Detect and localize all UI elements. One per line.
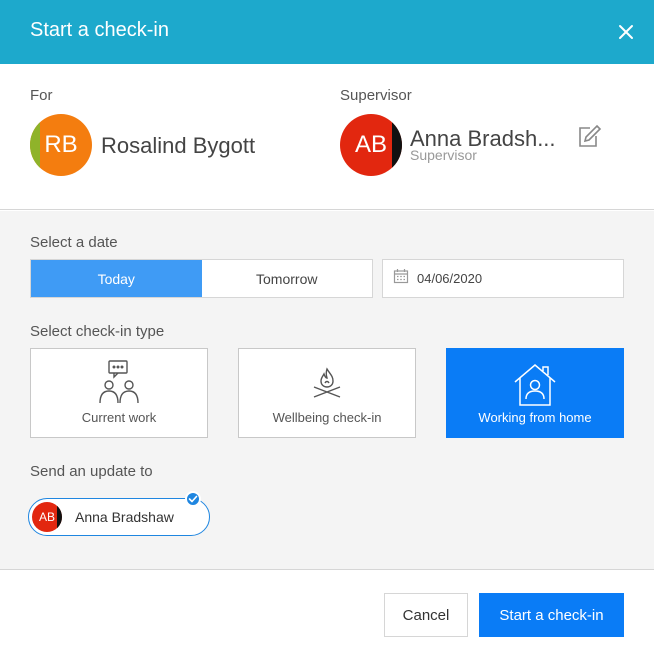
supervisor-label: Supervisor xyxy=(340,87,412,104)
send-update-label: Send an update to xyxy=(30,463,153,480)
checkin-type-label-current-work: Current work xyxy=(81,410,157,425)
chat-people-icon xyxy=(99,360,139,404)
modal-title: Start a check-in xyxy=(30,19,169,41)
checkin-type-wellbeing[interactable]: Wellbeing check-in xyxy=(238,348,416,438)
checkin-type-current-work[interactable]: Current work xyxy=(30,348,208,438)
checkin-type-label: Select check-in type xyxy=(30,323,165,340)
avatar-initials: RB xyxy=(44,131,78,158)
recipient-chip[interactable]: AB Anna Bradshaw xyxy=(28,491,210,536)
check-in-modal: Start a check-in For RB Rosalind Bygott … xyxy=(0,0,654,657)
check-icon xyxy=(185,491,201,507)
date-option-today[interactable]: Today xyxy=(31,260,202,297)
modal-footer: Cancel Start a check-in xyxy=(0,571,654,657)
start-check-in-button[interactable]: Start a check-in xyxy=(479,593,624,637)
checkin-type-label-wellbeing: Wellbeing check-in xyxy=(272,410,382,425)
close-icon[interactable] xyxy=(614,20,638,44)
for-label: For xyxy=(30,87,53,104)
date-label: Select a date xyxy=(30,234,118,251)
cancel-button[interactable]: Cancel xyxy=(384,593,468,637)
supervisor-role: Supervisor xyxy=(410,147,477,163)
date-toggle: Today Tomorrow xyxy=(30,259,373,298)
edit-icon[interactable] xyxy=(576,124,602,150)
avatar-initials: AB xyxy=(38,510,55,524)
check-in-details: Select a date Today Tomorrow 04/06/2020 … xyxy=(0,211,654,570)
calendar-icon xyxy=(393,268,409,289)
modal-header: Start a check-in xyxy=(0,0,654,64)
avatar: AB xyxy=(32,502,62,532)
avatar: AB xyxy=(340,114,402,176)
people-section: For RB Rosalind Bygott Supervisor AB Ann… xyxy=(0,64,654,210)
date-input[interactable]: 04/06/2020 xyxy=(382,259,624,298)
avatar-initials: AB xyxy=(354,131,387,158)
campfire-icon xyxy=(313,367,341,398)
for-person-name: Rosalind Bygott xyxy=(101,133,256,158)
avatar: RB xyxy=(30,114,92,176)
date-value: 04/06/2020 xyxy=(417,271,483,286)
date-option-tomorrow[interactable]: Tomorrow xyxy=(202,260,373,297)
recipient-name: Anna Bradshaw xyxy=(75,509,174,525)
house-person-icon xyxy=(514,364,556,406)
checkin-type-working-from-home[interactable]: Working from home xyxy=(446,348,624,438)
checkin-type-label-working-from-home: Working from home xyxy=(478,410,592,425)
